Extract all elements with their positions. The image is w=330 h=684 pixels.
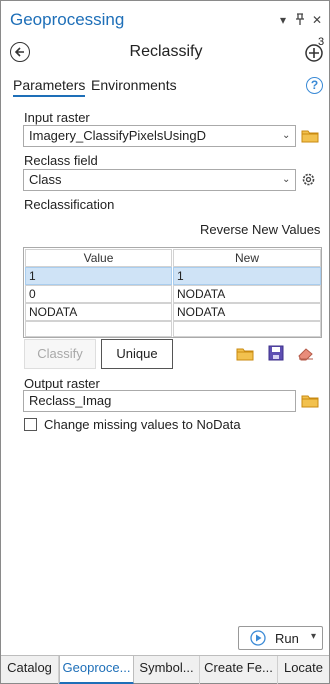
reclass-field-dropdown[interactable]: Class (23, 169, 296, 191)
column-header-new: New (173, 249, 321, 267)
table-cell[interactable]: NODATA (173, 303, 321, 321)
tab-catalog[interactable]: Catalog (1, 656, 59, 684)
reclass-table: Value New 1 1 0 NODATA NODATA NODATA (23, 247, 322, 338)
save-icon[interactable] (268, 345, 284, 364)
chevron-down-icon[interactable]: ▾ (311, 631, 316, 642)
table-cell[interactable] (25, 321, 172, 337)
table-cell[interactable] (173, 321, 321, 337)
reclass-field-value: Class (29, 172, 62, 187)
reverse-new-values-link[interactable]: Reverse New Values (200, 222, 320, 237)
run-button[interactable]: Run ▾ (238, 626, 323, 650)
output-raster-field[interactable]: Reclass_Imag (23, 390, 296, 412)
tab-create-features[interactable]: Create Fe... (200, 656, 278, 684)
close-icon[interactable]: ✕ (310, 13, 324, 27)
reclass-field-label: Reclass field (24, 153, 98, 168)
tab-locate[interactable]: Locate (278, 656, 329, 684)
chevron-down-icon[interactable]: ▾ (276, 13, 290, 27)
reclassification-label: Reclassification (24, 197, 115, 212)
output-raster-value: Reclass_Imag (29, 393, 112, 408)
unique-button[interactable]: Unique (101, 339, 173, 369)
tab-geoprocessing[interactable]: Geoproce... (59, 656, 134, 684)
run-label: Run (275, 631, 299, 646)
play-icon (250, 630, 266, 646)
tool-title: Reclassify (129, 43, 203, 60)
table-cell[interactable]: 0 (25, 285, 172, 303)
bottom-tab-bar: Catalog Geoproce... Symbol... Create Fe.… (1, 655, 329, 684)
missing-nodata-label: Change missing values to NoData (44, 417, 241, 432)
table-cell[interactable]: 1 (173, 267, 321, 285)
classify-button[interactable]: Classify (24, 339, 96, 369)
add-badge: 3 (318, 36, 325, 48)
help-icon[interactable]: ? (306, 77, 323, 94)
chevron-down-icon[interactable]: ⌄ (282, 130, 290, 141)
table-cell[interactable]: 1 (25, 267, 172, 285)
chevron-down-icon[interactable]: ⌄ (282, 174, 290, 185)
input-raster-value: Imagery_ClassifyPixelsUsingD (29, 128, 206, 143)
pane-titlebar: Geoprocessing ▾ ✕ (1, 1, 329, 37)
add-button[interactable]: 3 (304, 36, 324, 62)
folder-icon[interactable] (301, 128, 319, 146)
missing-nodata-checkbox[interactable] (24, 418, 37, 431)
tab-parameters[interactable]: Parameters (13, 77, 86, 97)
pane-title: Geoprocessing (10, 10, 125, 29)
tab-symbology[interactable]: Symbol... (134, 656, 200, 684)
input-raster-label: Input raster (24, 110, 90, 125)
table-cell[interactable]: NODATA (173, 285, 321, 303)
table-cell[interactable]: NODATA (25, 303, 172, 321)
tab-environments[interactable]: Environments (91, 77, 177, 93)
eraser-icon[interactable] (297, 346, 315, 364)
open-folder-icon[interactable] (236, 346, 254, 364)
input-raster-field[interactable]: Imagery_ClassifyPixelsUsingD (23, 125, 296, 147)
column-header-value: Value (25, 249, 172, 267)
output-raster-label: Output raster (24, 376, 100, 391)
gear-icon[interactable] (300, 171, 317, 191)
pin-icon[interactable] (293, 13, 307, 28)
geoprocessing-pane: Geoprocessing ▾ ✕ Reclassify 3 Parameter… (0, 0, 330, 684)
folder-icon[interactable] (301, 393, 319, 411)
